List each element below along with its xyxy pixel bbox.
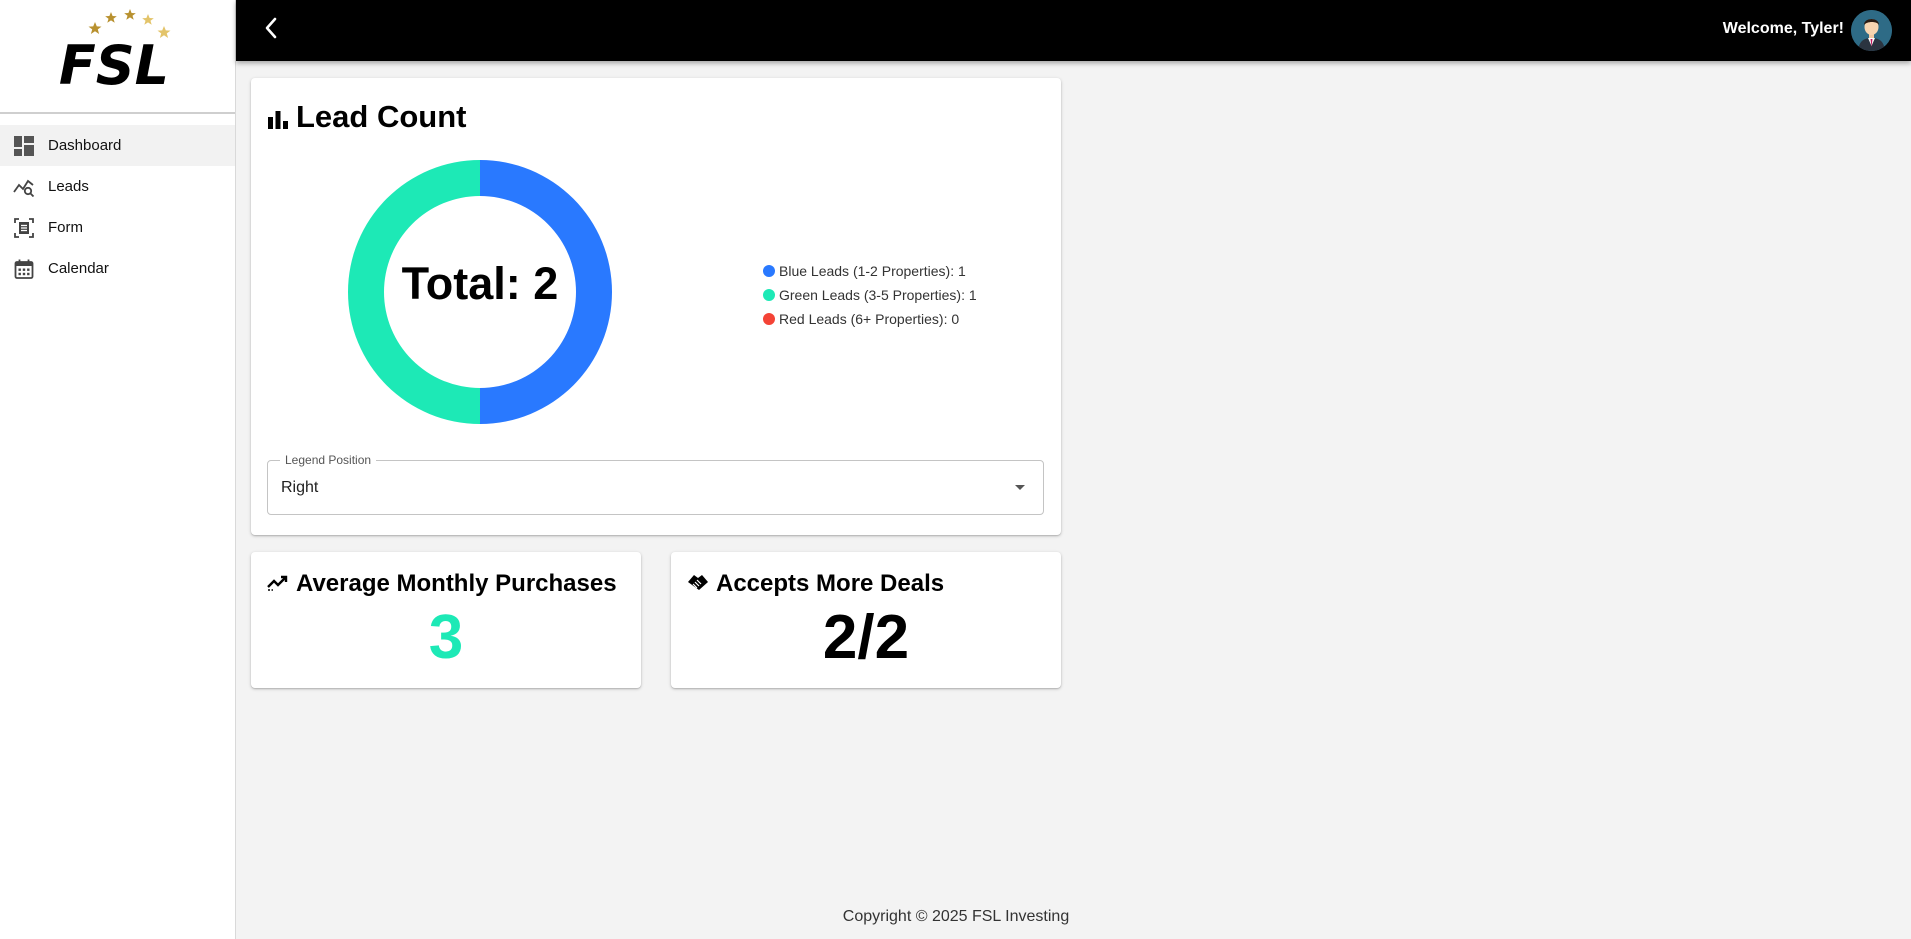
trending-icon (267, 570, 289, 598)
handshake-icon (687, 570, 709, 598)
calendar-icon (13, 258, 35, 280)
logo-area: FSL (0, 0, 235, 114)
legend-item-green[interactable]: Green Leads (3-5 Properties): 1 (763, 283, 977, 307)
footer-copyright: Copyright © 2025 FSL Investing (842, 908, 1070, 925)
legend-label: Red Leads (6+ Properties): 0 (779, 311, 960, 327)
sidebar-item-leads[interactable]: Leads (0, 166, 235, 207)
back-button[interactable] (256, 15, 286, 45)
legend-dot-green (763, 289, 775, 301)
dashboard-icon (13, 135, 35, 157)
legend-position-label: Legend Position (280, 453, 377, 467)
chevron-left-icon (264, 17, 278, 44)
bar-chart-icon (268, 101, 288, 137)
legend-dot-blue (763, 265, 775, 277)
legend-dot-red (763, 313, 775, 325)
accepts-more-deals-value: 2/2 (822, 603, 910, 672)
sidebar-item-label: Form (48, 219, 83, 236)
form-icon (13, 217, 35, 239)
average-monthly-purchases-card: Average Monthly Purchases 3 (251, 552, 641, 688)
average-monthly-purchases-header: Average Monthly Purchases (267, 570, 617, 598)
avatar[interactable] (1851, 10, 1892, 51)
svg-text:FSL: FSL (59, 34, 169, 86)
lead-count-header: Lead Count (268, 97, 467, 137)
average-monthly-purchases-title: Average Monthly Purchases (296, 570, 617, 597)
sidebar-item-form[interactable]: Form (0, 207, 235, 248)
lead-count-title: Lead Count (296, 99, 467, 134)
sidebar-item-label: Calendar (48, 260, 109, 277)
accepts-more-deals-header: Accepts More Deals (687, 570, 944, 598)
sidebar-nav: Dashboard Leads Form Calendar (0, 125, 235, 289)
sidebar-item-label: Leads (48, 178, 89, 195)
legend-position-select[interactable]: Legend Position Right (267, 453, 1044, 515)
top-app-bar: Welcome, Tyler! (236, 0, 1911, 61)
donut-total-label: Total: 2 (401, 258, 559, 309)
accepts-more-deals-title: Accepts More Deals (716, 570, 945, 597)
legend-label: Blue Leads (1-2 Properties): 1 (779, 263, 966, 279)
legend-item-blue[interactable]: Blue Leads (1-2 Properties): 1 (763, 259, 977, 283)
dropdown-arrow-icon (1015, 485, 1025, 490)
sidebar-item-calendar[interactable]: Calendar (0, 248, 235, 289)
fsl-logo: FSL (59, 9, 171, 86)
chart-legend: Blue Leads (1-2 Properties): 1 Green Lea… (763, 259, 977, 331)
average-monthly-purchases-value: 3 (428, 603, 464, 672)
leads-chart-icon (13, 176, 35, 198)
welcome-text: Welcome, Tyler! (1722, 20, 1844, 37)
accepts-more-deals-card: Accepts More Deals 2/2 (671, 552, 1061, 688)
sidebar: FSL Dashboard Leads Form Calendar (0, 0, 236, 939)
lead-count-card: Lead Count Total: 2 Blue Leads (1-2 Prop… (251, 78, 1061, 535)
legend-position-value: Right (281, 479, 319, 496)
sidebar-item-dashboard[interactable]: Dashboard (0, 125, 235, 166)
legend-label: Green Leads (3-5 Properties): 1 (779, 287, 977, 303)
legend-item-red[interactable]: Red Leads (6+ Properties): 0 (763, 307, 977, 331)
sidebar-item-label: Dashboard (48, 137, 122, 154)
